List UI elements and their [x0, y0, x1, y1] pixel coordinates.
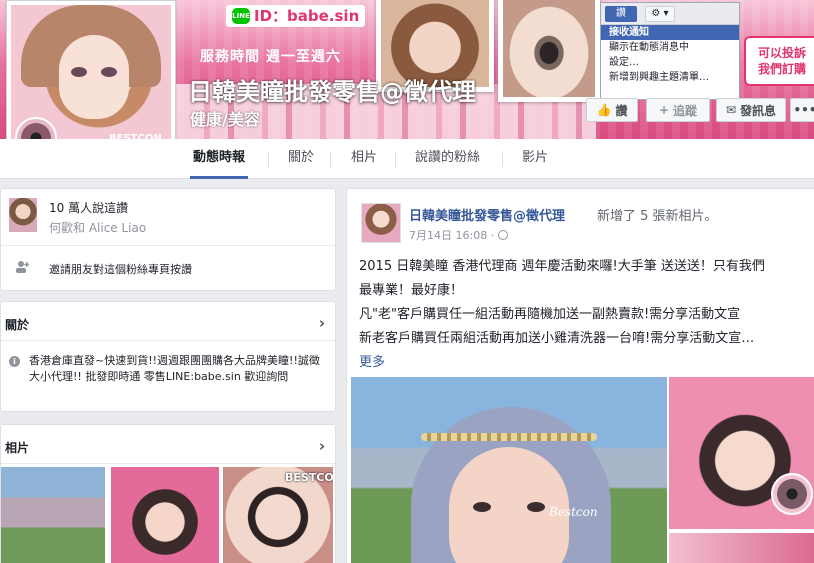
chevron-right-icon[interactable]: › [319, 437, 325, 455]
cover-hours: 服務時間 週一至週六 [200, 49, 341, 65]
post-meta: 7月14日 16:08 · [409, 227, 509, 243]
post-author-link[interactable]: 日韓美瞳批發零售@徵代理 [409, 205, 565, 224]
page-tabs: 動態時報 關於 相片 說讚的粉絲 影片 [0, 139, 814, 179]
see-more-link[interactable]: 更多 [359, 355, 385, 370]
menu-item: 新增到興趣主題清單… [609, 72, 709, 83]
menu-item: 設定… [609, 57, 639, 68]
gear-icon: ⚙ ▾ [645, 6, 675, 22]
follow-button-label: 追蹤 [673, 103, 698, 118]
about-card: 關於 › i 香港倉庫直發~快速到貨!!週週跟團團購各大品牌美瞳!!誠徵大小代理… [0, 301, 336, 412]
menu-item: 顯示在動態消息中 [609, 42, 689, 53]
about-description: 香港倉庫直發~快速到貨!!週週跟團團購各大品牌美瞳!!誠徵大小代理!! 批發即時… [29, 354, 320, 383]
facebook-page: LINE ID：babe.sin 服務時間 週一至週六 讚 ⚙ ▾ 接收通知 顯… [0, 0, 814, 563]
cover-menu-screenshot: 讚 ⚙ ▾ 接收通知 顯示在動態消息中 設定… 新增到興趣主題清單… [600, 2, 740, 100]
cover-order-line1: 可以投訴 [757, 46, 806, 60]
post-text-line: 新老客戶購買任兩組活動再加送小雞清洗器一台唷!需分享活動文宣… [359, 331, 755, 346]
post-photo-brand: Bestcon [549, 505, 598, 519]
likes-count[interactable]: 10 萬人說這讚 [49, 199, 128, 216]
post-photo-main[interactable]: Bestcon [351, 377, 667, 563]
post-text-line: 凡"老"客戶購買任一組活動再隨機加送一副熱賣款!需分享活動文宣 [359, 307, 741, 322]
post-text-line: 2015 日韓美瞳 香港代理商 週年慶活動來囉!大手筆 送送送！只有我們 [359, 259, 765, 274]
post-avatar[interactable] [361, 203, 401, 243]
likes-friends[interactable]: 何歡和 Alice Liao [49, 219, 146, 236]
follow-button[interactable]: + 追蹤 [646, 98, 710, 122]
plus-icon: + [658, 103, 670, 117]
menu-item: 接收通知 [601, 25, 739, 40]
profile-picture[interactable]: BESTCON [6, 0, 176, 162]
post-action-text: 新增了 5 張新相片。 [597, 209, 718, 224]
cover-line-id: LINE ID：babe.sin [226, 5, 366, 27]
contact-lens-image [771, 473, 813, 515]
tab-likes[interactable]: 說讚的粉絲 [412, 139, 483, 179]
tab-about[interactable]: 關於 [285, 139, 317, 179]
photo-thumbnail[interactable] [1, 467, 105, 563]
photo-thumbnail[interactable]: BESTCON [223, 467, 333, 563]
tab-photos[interactable]: 相片 [348, 139, 380, 179]
message-button[interactable]: ✉ 發訊息 [716, 98, 786, 122]
info-icon: i [9, 356, 20, 367]
more-button[interactable]: ••• [790, 98, 814, 122]
invite-person-icon [16, 261, 29, 273]
tab-timeline[interactable]: 動態時報 [190, 139, 249, 179]
photos-card: 相片 › BESTCON [0, 424, 336, 563]
cover-order-line2: 我們訂購 [757, 62, 806, 76]
globe-icon[interactable] [498, 230, 509, 240]
photo-thumbnail[interactable] [111, 467, 219, 563]
page-category[interactable]: 健康/美容 [190, 106, 260, 130]
message-icon: ✉ [725, 103, 737, 117]
cover-order-note: 可以投訴 我們訂購 [744, 36, 814, 86]
post-text-line: 最專業！最好康！ [359, 283, 464, 298]
cover-line-text: ID：babe.sin [254, 7, 360, 25]
tab-videos[interactable]: 影片 [519, 139, 551, 179]
about-header[interactable]: 關於 [5, 316, 29, 333]
likes-thumbnail[interactable] [9, 198, 37, 232]
post-photo-side-bottom[interactable] [669, 533, 814, 563]
cover-polaroid-eye [498, 0, 600, 102]
page-title[interactable]: 日韓美瞳批發零售@徵代理 [188, 72, 476, 107]
photos-header[interactable]: 相片 [5, 439, 29, 456]
more-icon: ••• [793, 103, 814, 117]
like-button-label: 讚 [615, 103, 628, 118]
thumbs-up-icon: 👍 [596, 103, 612, 117]
line-app-icon: LINE [232, 8, 250, 24]
post-photo-side[interactable] [669, 377, 814, 529]
thumbnail-brand: BESTCON [285, 471, 333, 484]
post-text: 2015 日韓美瞳 香港代理商 週年慶活動來囉!大手筆 送送送！只有我們 最專業… [359, 255, 814, 375]
message-button-label: 發訊息 [740, 103, 777, 118]
invite-friends-link[interactable]: 邀請朋友對這個粉絲專頁按讚 [49, 261, 192, 277]
chevron-right-icon[interactable]: › [319, 314, 325, 332]
post-card: 日韓美瞳批發零售@徵代理 新增了 5 張新相片。 7月14日 16:08 · 2… [346, 188, 814, 563]
post-timestamp[interactable]: 7月14日 16:08 · [409, 227, 494, 243]
like-button[interactable]: 👍 讚 [586, 98, 638, 122]
likes-card: 10 萬人說這讚 何歡和 Alice Liao 邀請朋友對這個粉絲專頁按讚 [0, 188, 336, 291]
menu-like-mini: 讚 [605, 6, 637, 22]
